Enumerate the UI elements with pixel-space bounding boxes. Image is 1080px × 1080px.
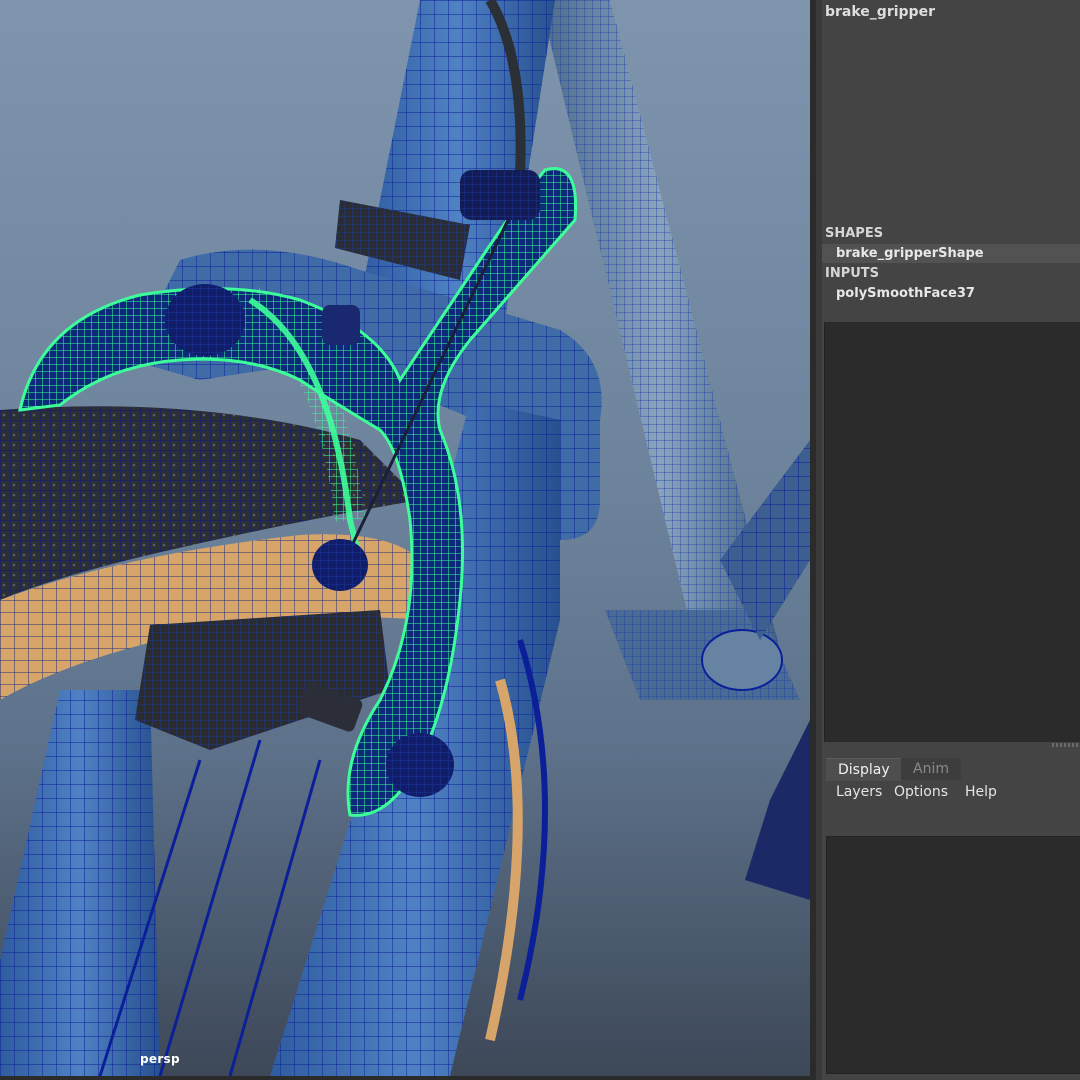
camera-label: persp — [140, 1052, 180, 1066]
tab-display[interactable]: Display — [826, 758, 902, 781]
menu-help[interactable]: Help — [965, 784, 997, 800]
shapes-header: SHAPES — [825, 226, 884, 241]
selected-object-name[interactable]: brake_gripper — [825, 4, 935, 20]
panel-resize-grip[interactable] — [1052, 743, 1080, 747]
channel-box-empty-area — [824, 322, 1080, 742]
viewport-bottom-border — [0, 1076, 810, 1080]
channel-box: brake_gripper SHAPES brake_gripperShape … — [822, 0, 1080, 322]
layer-editor: Display Anim Layers Options Help — [822, 748, 1080, 1080]
layer-list[interactable] — [826, 836, 1080, 1074]
inputs-header: INPUTS — [825, 266, 880, 281]
tab-anim[interactable]: Anim — [901, 758, 961, 780]
shape-node-item[interactable]: brake_gripperShape — [836, 246, 984, 261]
menu-layers[interactable]: Layers — [836, 784, 882, 800]
menu-options[interactable]: Options — [894, 784, 948, 800]
perspective-viewport[interactable]: persp — [0, 0, 810, 1076]
input-node-item[interactable]: polySmoothFace37 — [836, 286, 975, 301]
bike-scene-render — [0, 0, 810, 1076]
